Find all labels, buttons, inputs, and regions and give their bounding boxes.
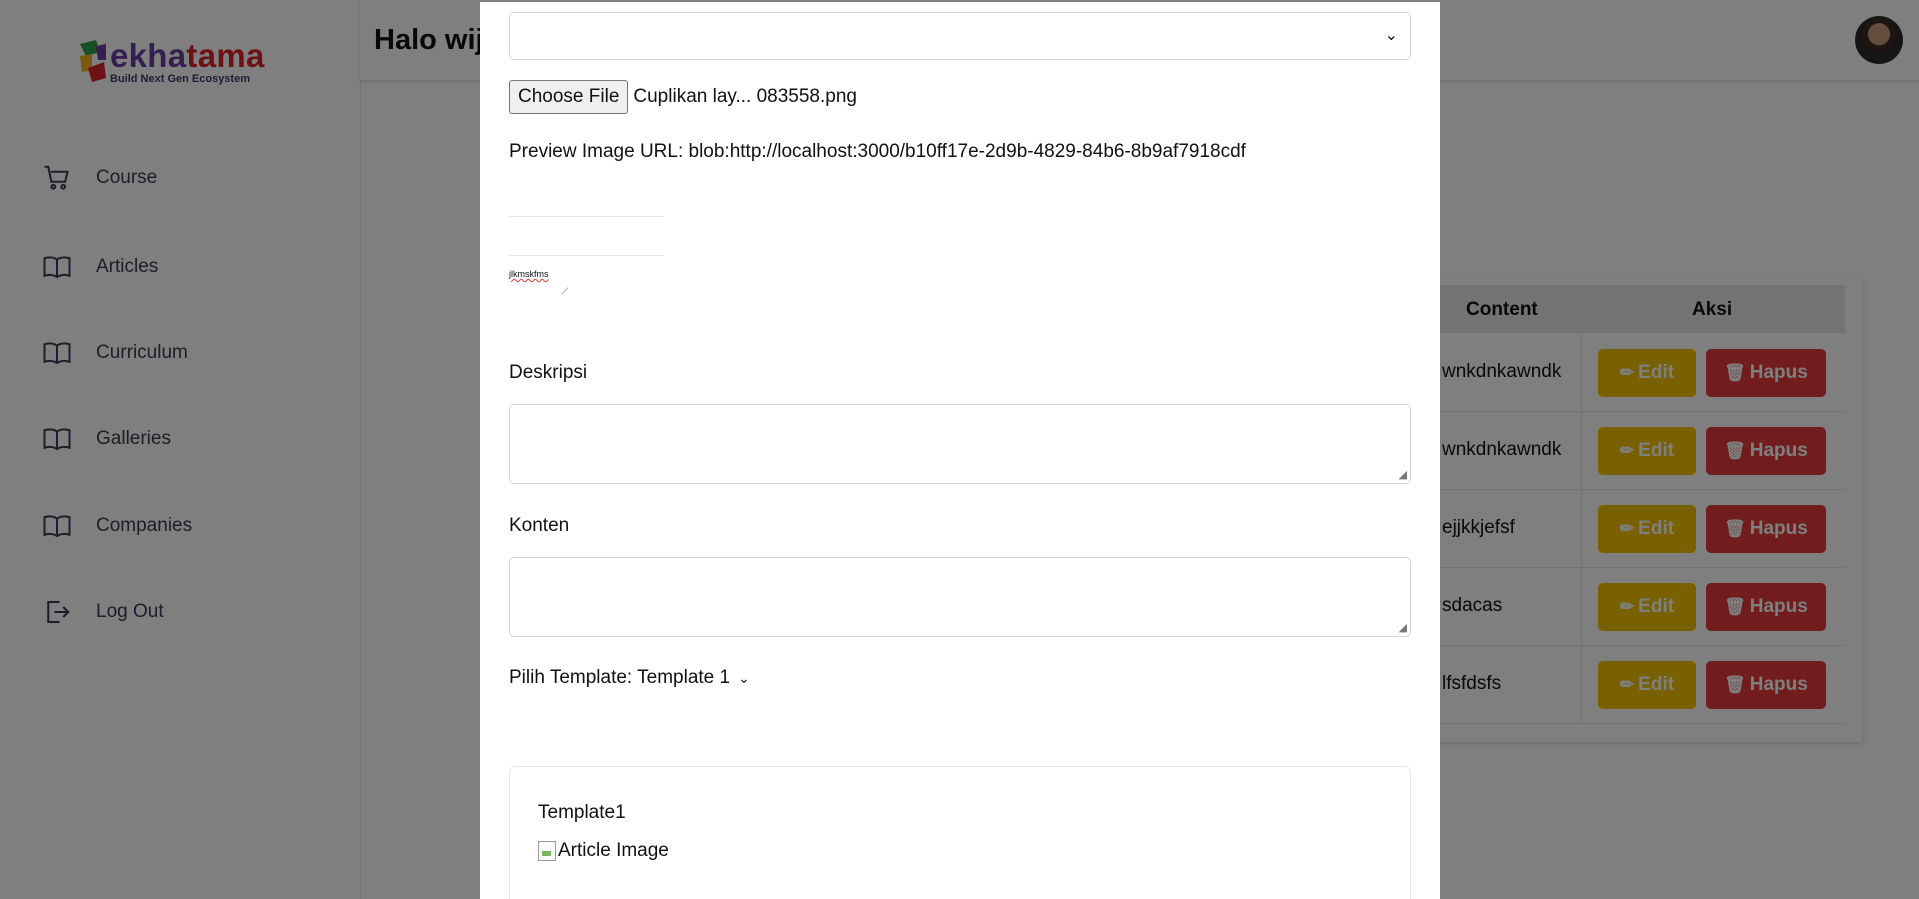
template-title: Template1 [538, 802, 626, 823]
deskripsi-label: Deskripsi [509, 362, 588, 383]
category-select[interactable]: ⌄ [509, 12, 1411, 60]
broken-image-icon [538, 841, 556, 861]
resize-handle-icon[interactable]: ◢ [1399, 621, 1407, 634]
chevron-down-icon: ⌄ [738, 669, 750, 686]
divider [509, 255, 663, 256]
title-input[interactable]: jlkmskfms [509, 269, 549, 279]
template-preview-card: Template1 Article Image [509, 766, 1411, 899]
article-form-modal: ⌄ Choose File Cuplikan lay... 083558.png… [480, 2, 1440, 899]
template-select-label: Pilih Template: Template 1 [509, 667, 731, 688]
article-image-alt: Article Image [558, 840, 669, 861]
konten-textarea[interactable]: ◢ [509, 557, 1411, 637]
file-upload: Choose File Cuplikan lay... 083558.png [509, 80, 857, 114]
template-select[interactable]: Pilih Template: Template 1 ⌄ [509, 667, 750, 689]
choose-file-button[interactable]: Choose File [509, 80, 629, 114]
konten-label: Konten [509, 515, 570, 536]
chevron-down-icon: ⌄ [1384, 27, 1398, 44]
divider [509, 216, 663, 217]
preview-image-url: Preview Image URL: blob:http://localhost… [509, 141, 1246, 162]
deskripsi-textarea[interactable]: ◢ [509, 404, 1411, 484]
resize-handle-icon[interactable]: ⟋ [562, 286, 568, 297]
resize-handle-icon[interactable]: ◢ [1399, 468, 1407, 481]
selected-file-name: Cuplikan lay... 083558.png [633, 86, 857, 107]
article-image: Article Image [538, 840, 669, 862]
